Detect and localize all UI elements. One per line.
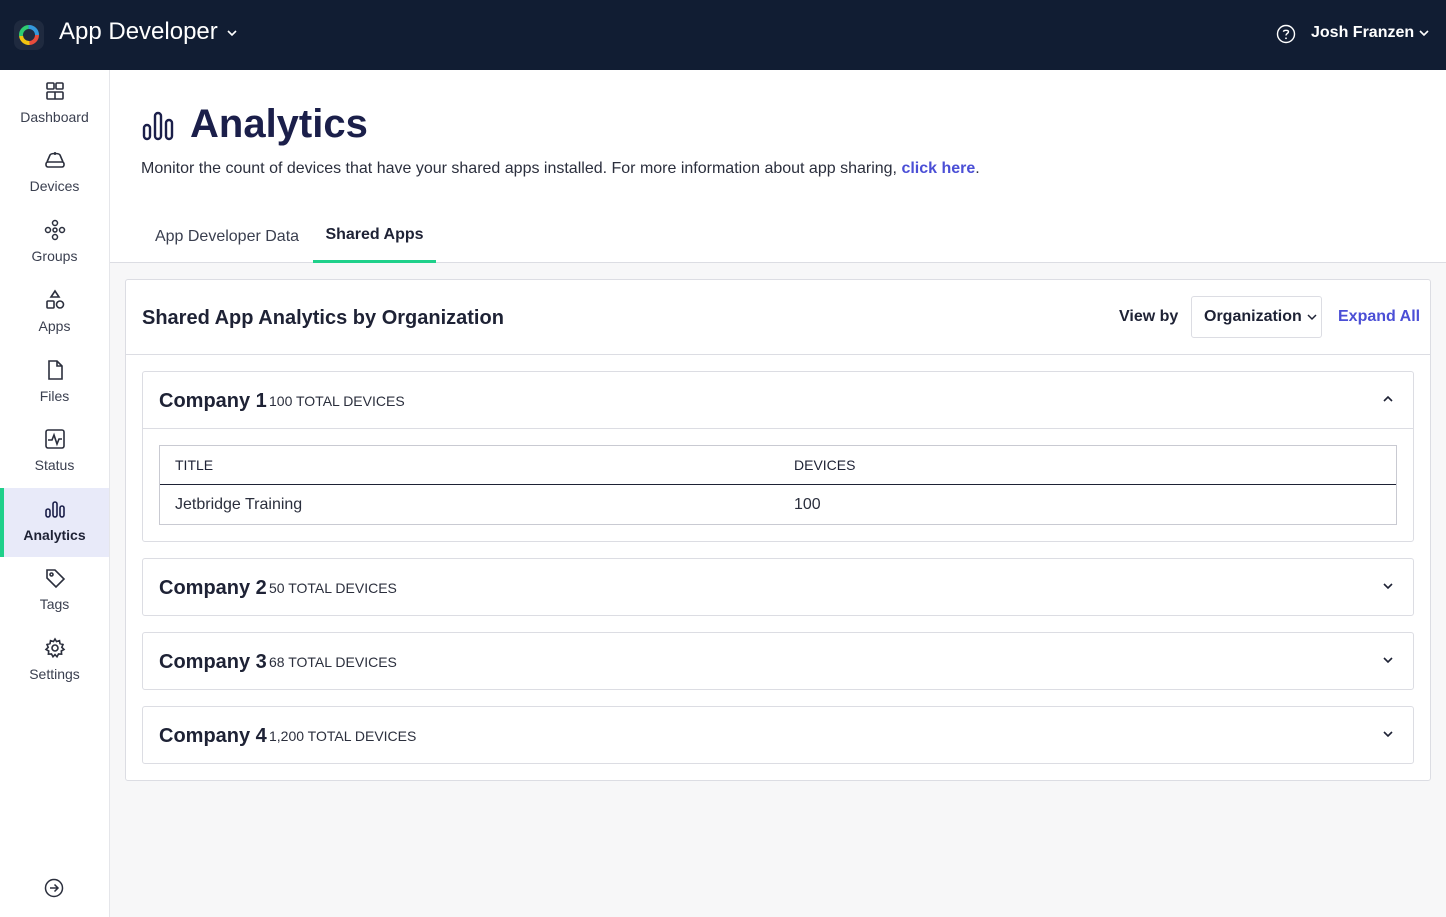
company-header[interactable]: Company 1 100 TOTAL DEVICES (143, 372, 1413, 428)
sidebar: Dashboard Devices Groups Apps Files Stat… (0, 70, 110, 917)
file-icon (44, 359, 66, 381)
status-icon (44, 428, 66, 450)
gear-icon (44, 637, 66, 659)
click-here-link[interactable]: click here (901, 160, 975, 177)
company-panel: Company 2 50 TOTAL DEVICES (142, 558, 1414, 616)
chevron-down-icon (1419, 30, 1429, 37)
company-device-count: 1,200 TOTAL DEVICES (269, 728, 417, 744)
sidebar-item-label: Tags (39, 596, 70, 612)
description-end: . (975, 160, 980, 177)
analytics-icon (44, 498, 66, 520)
table-cell-devices: 100 (794, 496, 821, 513)
chevron-down-icon (1383, 583, 1393, 590)
company-name: Company 1 (159, 390, 267, 412)
company-panel: Company 1 100 TOTAL DEVICES TITLE DEVICE… (142, 371, 1414, 542)
app-logo[interactable] (14, 20, 44, 50)
column-header-devices: DEVICES (794, 457, 856, 473)
chevron-down-icon (1383, 657, 1393, 664)
chevron-down-icon (1383, 731, 1393, 738)
help-circle-icon[interactable] (1276, 24, 1296, 44)
sidebar-item-devices[interactable]: Devices (0, 139, 109, 208)
company-panel: Company 4 1,200 TOTAL DEVICES (142, 706, 1414, 764)
sidebar-item-tags[interactable]: Tags (0, 557, 109, 626)
expand-all-button[interactable]: Expand All (1338, 308, 1420, 326)
table-header: TITLE DEVICES (160, 446, 1396, 485)
tag-icon (44, 567, 66, 589)
company-name: Company 4 (159, 725, 267, 747)
sidebar-item-label: Groups (31, 248, 78, 264)
sidebar-item-files[interactable]: Files (0, 349, 109, 418)
company-device-count: 100 TOTAL DEVICES (269, 393, 405, 409)
sidebar-item-label: Analytics (23, 527, 86, 543)
company-panel: Company 3 68 TOTAL DEVICES (142, 632, 1414, 690)
user-menu[interactable]: Josh Franzen (1311, 24, 1430, 42)
company-header[interactable]: Company 4 1,200 TOTAL DEVICES (143, 707, 1413, 763)
dashboard-icon (44, 80, 66, 102)
sidebar-item-label: Status (34, 457, 75, 473)
card-title: Shared App Analytics by Organization (142, 307, 504, 329)
tab-label: Shared Apps (325, 226, 424, 243)
table-cell-title: Jetbridge Training (175, 496, 303, 513)
chevron-up-icon (1383, 395, 1393, 402)
sidebar-item-label: Dashboard (20, 109, 89, 125)
page-header: Analytics Monitor the count of devices t… (110, 70, 1446, 263)
page-description: Monitor the count of devices that have y… (141, 160, 980, 178)
description-text: Monitor the count of devices that have y… (141, 160, 902, 177)
sidebar-item-analytics[interactable]: Analytics (0, 488, 109, 557)
company-device-count: 50 TOTAL DEVICES (269, 580, 397, 596)
company-name: Company 3 (159, 651, 267, 673)
company-device-count: 68 TOTAL DEVICES (269, 654, 397, 670)
view-by-value: Organization (1204, 308, 1302, 325)
top-bar: App Developer Josh Franzen (0, 0, 1446, 70)
column-header-title: TITLE (175, 457, 214, 473)
sidebar-item-label: Files (39, 388, 70, 404)
devices-icon (44, 149, 66, 171)
sidebar-item-groups[interactable]: Groups (0, 209, 109, 278)
tab-label: App Developer Data (154, 227, 300, 245)
sidebar-item-status[interactable]: Status (0, 418, 109, 487)
sidebar-item-dashboard[interactable]: Dashboard (0, 70, 109, 139)
groups-icon (44, 219, 66, 241)
tab-shared-apps[interactable]: Shared Apps (313, 210, 436, 263)
page-title: Analytics (190, 102, 368, 146)
arrow-right-circle-icon[interactable] (44, 878, 64, 898)
tab-app-developer-data[interactable]: App Developer Data (143, 210, 311, 263)
sidebar-item-label: Devices (29, 178, 80, 194)
sidebar-item-label: Apps (38, 318, 71, 334)
view-by-label: View by (1119, 308, 1179, 325)
sidebar-item-settings[interactable]: Settings (0, 627, 109, 696)
analytics-icon (142, 111, 174, 141)
app-title: App Developer (59, 18, 218, 45)
divider (143, 428, 1413, 429)
logo-icon (19, 25, 39, 45)
sidebar-item-label: Settings (29, 666, 80, 682)
shared-app-analytics-card: Shared App Analytics by Organization Vie… (125, 279, 1431, 781)
chevron-down-icon (227, 30, 237, 37)
company-name: Company 2 (159, 577, 267, 599)
view-by-select[interactable]: Organization (1191, 296, 1322, 338)
app-switcher[interactable]: App Developer (59, 18, 238, 46)
chevron-down-icon (1307, 314, 1317, 321)
user-name: Josh Franzen (1311, 24, 1415, 41)
main-content: Analytics Monitor the count of devices t… (110, 70, 1446, 917)
company-header[interactable]: Company 2 50 TOTAL DEVICES (143, 559, 1413, 615)
sidebar-item-apps[interactable]: Apps (0, 279, 109, 348)
company-header[interactable]: Company 3 68 TOTAL DEVICES (143, 633, 1413, 689)
apps-icon (44, 289, 66, 311)
card-header: Shared App Analytics by Organization Vie… (126, 280, 1430, 355)
devices-table: TITLE DEVICES Jetbridge Training 100 (159, 445, 1397, 525)
